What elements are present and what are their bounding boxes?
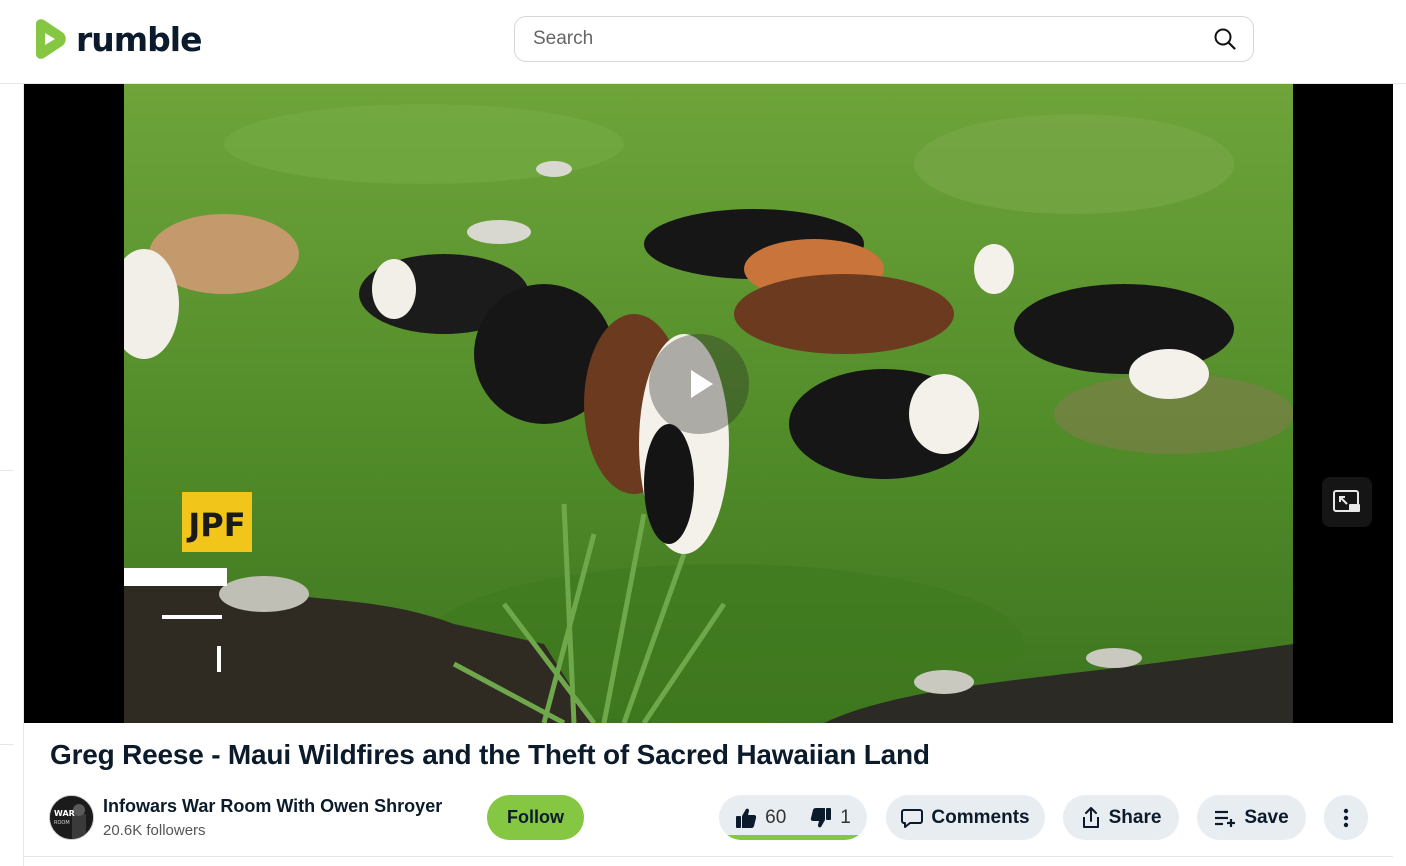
top-header: rumble xyxy=(0,0,1406,84)
sidebar-divider xyxy=(0,470,14,471)
playlist-add-icon xyxy=(1215,810,1236,827)
avatar-image: WAR ROOM xyxy=(50,796,93,839)
share-button[interactable]: Share xyxy=(1063,795,1179,840)
comments-label: Comments xyxy=(931,806,1030,828)
share-icon xyxy=(1082,806,1099,828)
like-count: 60 xyxy=(765,806,787,828)
play-button[interactable] xyxy=(649,334,749,434)
comment-icon xyxy=(901,808,924,828)
brand-name: rumble xyxy=(76,19,202,59)
follower-count: 20.6K followers xyxy=(103,822,206,839)
svg-text:ROOM: ROOM xyxy=(54,820,70,826)
dislike-count: 1 xyxy=(840,806,851,828)
avatar-text: WAR xyxy=(54,809,75,818)
sidebar-collapsed xyxy=(0,84,24,866)
thumbs-down-icon xyxy=(811,807,832,827)
search-icon[interactable] xyxy=(1213,27,1237,51)
follow-button[interactable]: Follow xyxy=(487,795,584,840)
video-player[interactable]: JPF xyxy=(24,84,1393,723)
search-box[interactable] xyxy=(514,16,1254,62)
jpf-badge: JPF xyxy=(186,506,245,544)
vote-group: 60 1 xyxy=(719,795,867,840)
search-input[interactable] xyxy=(533,28,1213,50)
save-label: Save xyxy=(1244,806,1289,828)
channel-name[interactable]: Infowars War Room With Owen Shroyer xyxy=(103,796,442,817)
sidebar-divider xyxy=(0,744,14,745)
rumble-logo[interactable]: rumble xyxy=(30,18,202,60)
like-ratio-bar xyxy=(719,835,865,840)
channel-avatar[interactable]: WAR ROOM xyxy=(49,795,94,840)
share-label: Share xyxy=(1108,806,1162,828)
like-button[interactable]: 60 xyxy=(719,795,798,840)
section-divider xyxy=(24,856,1393,857)
picture-in-picture-button[interactable] xyxy=(1322,477,1372,527)
rumble-logo-icon xyxy=(36,19,66,59)
thumbs-up-icon xyxy=(736,808,757,828)
save-button[interactable]: Save xyxy=(1197,795,1306,840)
video-info: Greg Reese - Maui Wildfires and the Thef… xyxy=(24,723,1393,866)
comments-button[interactable]: Comments xyxy=(886,795,1045,840)
dislike-button[interactable]: 1 xyxy=(798,795,867,840)
picture-in-picture-icon xyxy=(1333,490,1360,512)
video-title: Greg Reese - Maui Wildfires and the Thef… xyxy=(50,739,930,770)
more-vertical-icon xyxy=(1343,808,1349,827)
play-icon xyxy=(691,370,713,398)
more-options-button[interactable] xyxy=(1324,795,1368,840)
